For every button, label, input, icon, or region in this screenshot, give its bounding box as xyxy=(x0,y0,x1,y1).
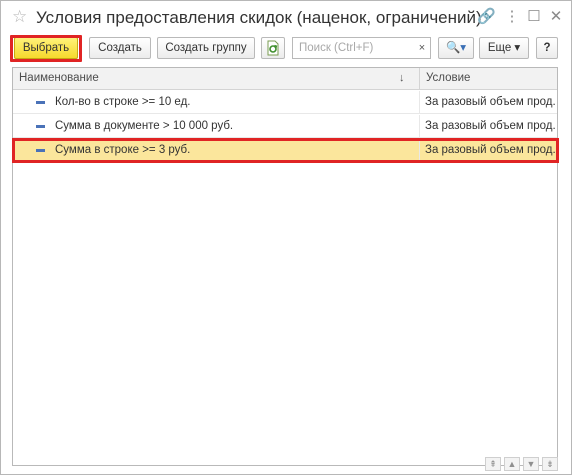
row-name: Сумма в документе > 10 000 руб. xyxy=(55,120,234,132)
last-page-icon[interactable]: ⇟ xyxy=(542,457,558,471)
page-down-icon[interactable]: ▼ xyxy=(523,457,539,471)
star-icon[interactable]: ☆ xyxy=(12,7,27,27)
table-row[interactable]: Кол-во в строке >= 10 ед. За разовый объ… xyxy=(13,91,557,114)
search-options-button[interactable]: 🔍▾ xyxy=(438,37,474,59)
close-icon[interactable]: ✕ xyxy=(547,8,565,26)
search-field[interactable] xyxy=(292,37,415,59)
cell-divider xyxy=(419,91,420,113)
more-button[interactable]: Еще ▾ xyxy=(479,37,529,59)
dialog-window: ☆ Условия предоставления скидок (наценок… xyxy=(0,0,572,475)
link-icon[interactable]: 🔗 xyxy=(477,8,496,26)
help-button[interactable]: ? xyxy=(536,37,558,59)
row-condition: За разовый объем прод... xyxy=(425,120,555,132)
conditions-table: Наименование ↓ Условие Кол-во в строке >… xyxy=(12,67,558,466)
page-up-icon[interactable]: ▲ xyxy=(504,457,520,471)
more-vertical-icon[interactable]: ⋮ xyxy=(503,8,521,26)
window-title: Условия предоставления скидок (наценок, … xyxy=(36,8,482,27)
table-header: Наименование ↓ Условие xyxy=(13,68,557,90)
select-button-highlight xyxy=(10,35,82,62)
refresh-icon xyxy=(267,40,279,56)
create-button[interactable]: Создать xyxy=(89,37,151,59)
table-row[interactable]: Сумма в документе > 10 000 руб. За разов… xyxy=(13,115,557,138)
row-name: Кол-во в строке >= 10 ед. xyxy=(55,96,191,108)
sort-arrow-icon: ↓ xyxy=(399,72,405,84)
item-marker-icon xyxy=(36,125,45,128)
search-input[interactable] xyxy=(293,38,414,58)
column-header-condition[interactable]: Условие xyxy=(420,68,470,89)
item-marker-icon xyxy=(36,101,45,104)
selected-row-highlight xyxy=(12,138,559,163)
cell-divider xyxy=(419,115,420,137)
first-page-icon[interactable]: ⇞ xyxy=(485,457,501,471)
title-bar: ☆ Условия предоставления скидок (наценок… xyxy=(1,1,571,35)
column-header-name[interactable]: Наименование xyxy=(13,68,99,89)
maximize-icon[interactable]: ☐ xyxy=(525,8,543,26)
toolbar: Выбрать Создать Создать группу × 🔍▾ Еще … xyxy=(1,37,571,63)
refresh-button[interactable] xyxy=(261,37,285,59)
row-condition: За разовый объем прод... xyxy=(425,96,555,108)
clear-search-button[interactable]: × xyxy=(414,37,431,59)
create-group-button[interactable]: Создать группу xyxy=(157,37,255,59)
